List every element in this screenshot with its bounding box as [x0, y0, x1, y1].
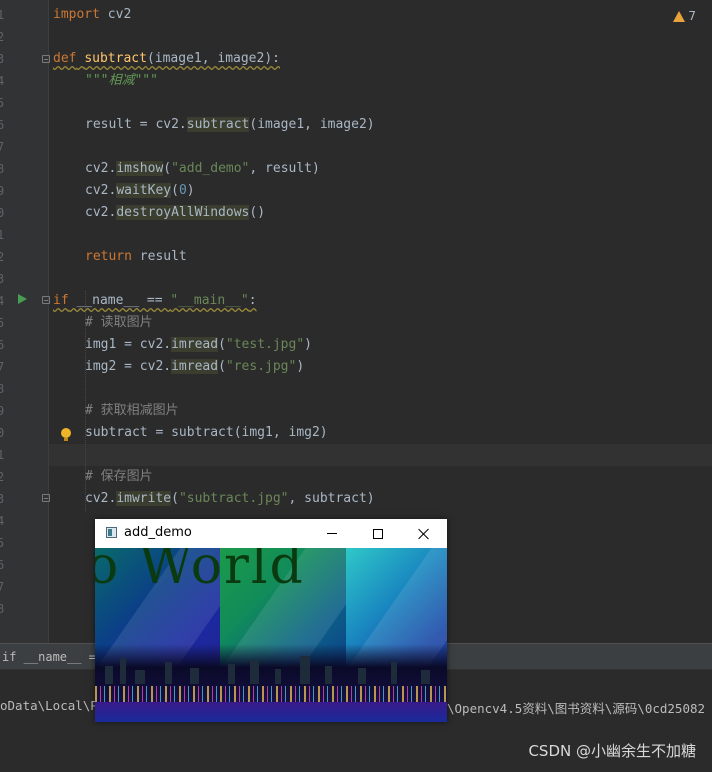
line-number: 1 — [0, 228, 5, 242]
console-path-left: oData\Local\P — [0, 698, 98, 713]
lightbulb-icon[interactable] — [61, 428, 71, 441]
editor-gutter: 1 2 3 4 5 6 7 8 9 0 1 2 3 4 5 6 7 8 9 0 1 2 3 4 5 6 7 8 — [0, 0, 49, 643]
line-number: 4 — [0, 514, 5, 528]
warning-count: 7 — [688, 9, 696, 23]
code-line-22: # 保存图片 — [85, 469, 153, 484]
maximize-button[interactable] — [355, 519, 401, 548]
minimize-icon — [327, 533, 337, 534]
code-line-3: def subtract(image1, image2): — [53, 51, 280, 66]
code-line-19: # 获取相减图片 — [85, 403, 179, 418]
close-icon — [418, 528, 430, 540]
line-number: 3 — [0, 272, 5, 286]
line-number: 8 — [0, 382, 5, 396]
line-number: 8 — [0, 602, 5, 616]
window-app-icon — [106, 527, 117, 538]
line-number: 0 — [0, 206, 5, 220]
code-line-1: import cv2 — [53, 7, 132, 22]
line-number: 5 — [0, 536, 5, 550]
fold-marker-icon[interactable] — [42, 296, 50, 304]
opencv-window[interactable]: add_demo o World — [95, 519, 447, 722]
line-number: 7 — [0, 580, 5, 594]
window-titlebar[interactable]: add_demo — [95, 519, 447, 548]
code-line-20: subtract = subtract(img1, img2) — [85, 425, 328, 440]
line-number: 7 — [0, 140, 5, 154]
code-line-14: if __name__ == "__main__": — [53, 293, 257, 308]
maximize-icon — [373, 528, 383, 539]
line-number: 6 — [0, 118, 5, 132]
line-number: 7 — [0, 360, 5, 374]
line-number: 2 — [0, 250, 5, 264]
line-number: 2 — [0, 470, 5, 484]
line-number: 5 — [0, 316, 5, 330]
code-line-23: cv2.imwrite("subtract.jpg", subtract) — [85, 491, 375, 506]
current-line-highlight — [49, 444, 712, 466]
code-line-17: img2 = cv2.imread("res.jpg") — [85, 359, 305, 374]
image-canvas: o World — [95, 548, 447, 722]
window-title: add_demo — [124, 525, 192, 540]
minimize-button[interactable] — [309, 519, 355, 548]
line-number: 6 — [0, 338, 5, 352]
close-button[interactable] — [401, 519, 447, 548]
line-number: 5 — [0, 96, 5, 110]
fold-marker-icon[interactable] — [42, 494, 50, 502]
warning-icon — [673, 10, 686, 22]
line-number: 2 — [0, 30, 5, 44]
fold-marker-icon[interactable] — [42, 55, 50, 63]
run-icon[interactable] — [18, 294, 27, 304]
code-line-9: cv2.waitKey(0) — [85, 183, 195, 198]
line-number: 9 — [0, 404, 5, 418]
code-line-16: img1 = cv2.imread("test.jpg") — [85, 337, 312, 352]
warnings-indicator[interactable]: 7 — [673, 6, 696, 26]
line-number: 9 — [0, 184, 5, 198]
code-line-4: """相减""" — [85, 73, 158, 88]
code-line-10: cv2.destroyAllWindows() — [85, 205, 266, 220]
line-number: 4 — [0, 74, 5, 88]
console-path-right: \Opencv4.5资料\图书资料\源码\0cd25082 — [447, 701, 706, 716]
code-line-12: return result — [85, 249, 187, 264]
line-number: 4 — [0, 294, 5, 308]
line-number: 6 — [0, 558, 5, 572]
line-number: 0 — [0, 426, 5, 440]
line-number: 3 — [0, 492, 5, 506]
watermark: CSDN @小幽余生不加糖 — [528, 742, 696, 760]
line-number: 1 — [0, 448, 5, 462]
line-number: 1 — [0, 8, 5, 22]
code-line-8: cv2.imshow("add_demo", result) — [85, 161, 320, 176]
image-overlay-text: o World — [95, 548, 305, 596]
code-line-6: result = cv2.subtract(image1, image2) — [85, 117, 375, 132]
line-number: 8 — [0, 162, 5, 176]
code-line-15: # 读取图片 — [85, 315, 153, 330]
line-number: 3 — [0, 52, 5, 66]
